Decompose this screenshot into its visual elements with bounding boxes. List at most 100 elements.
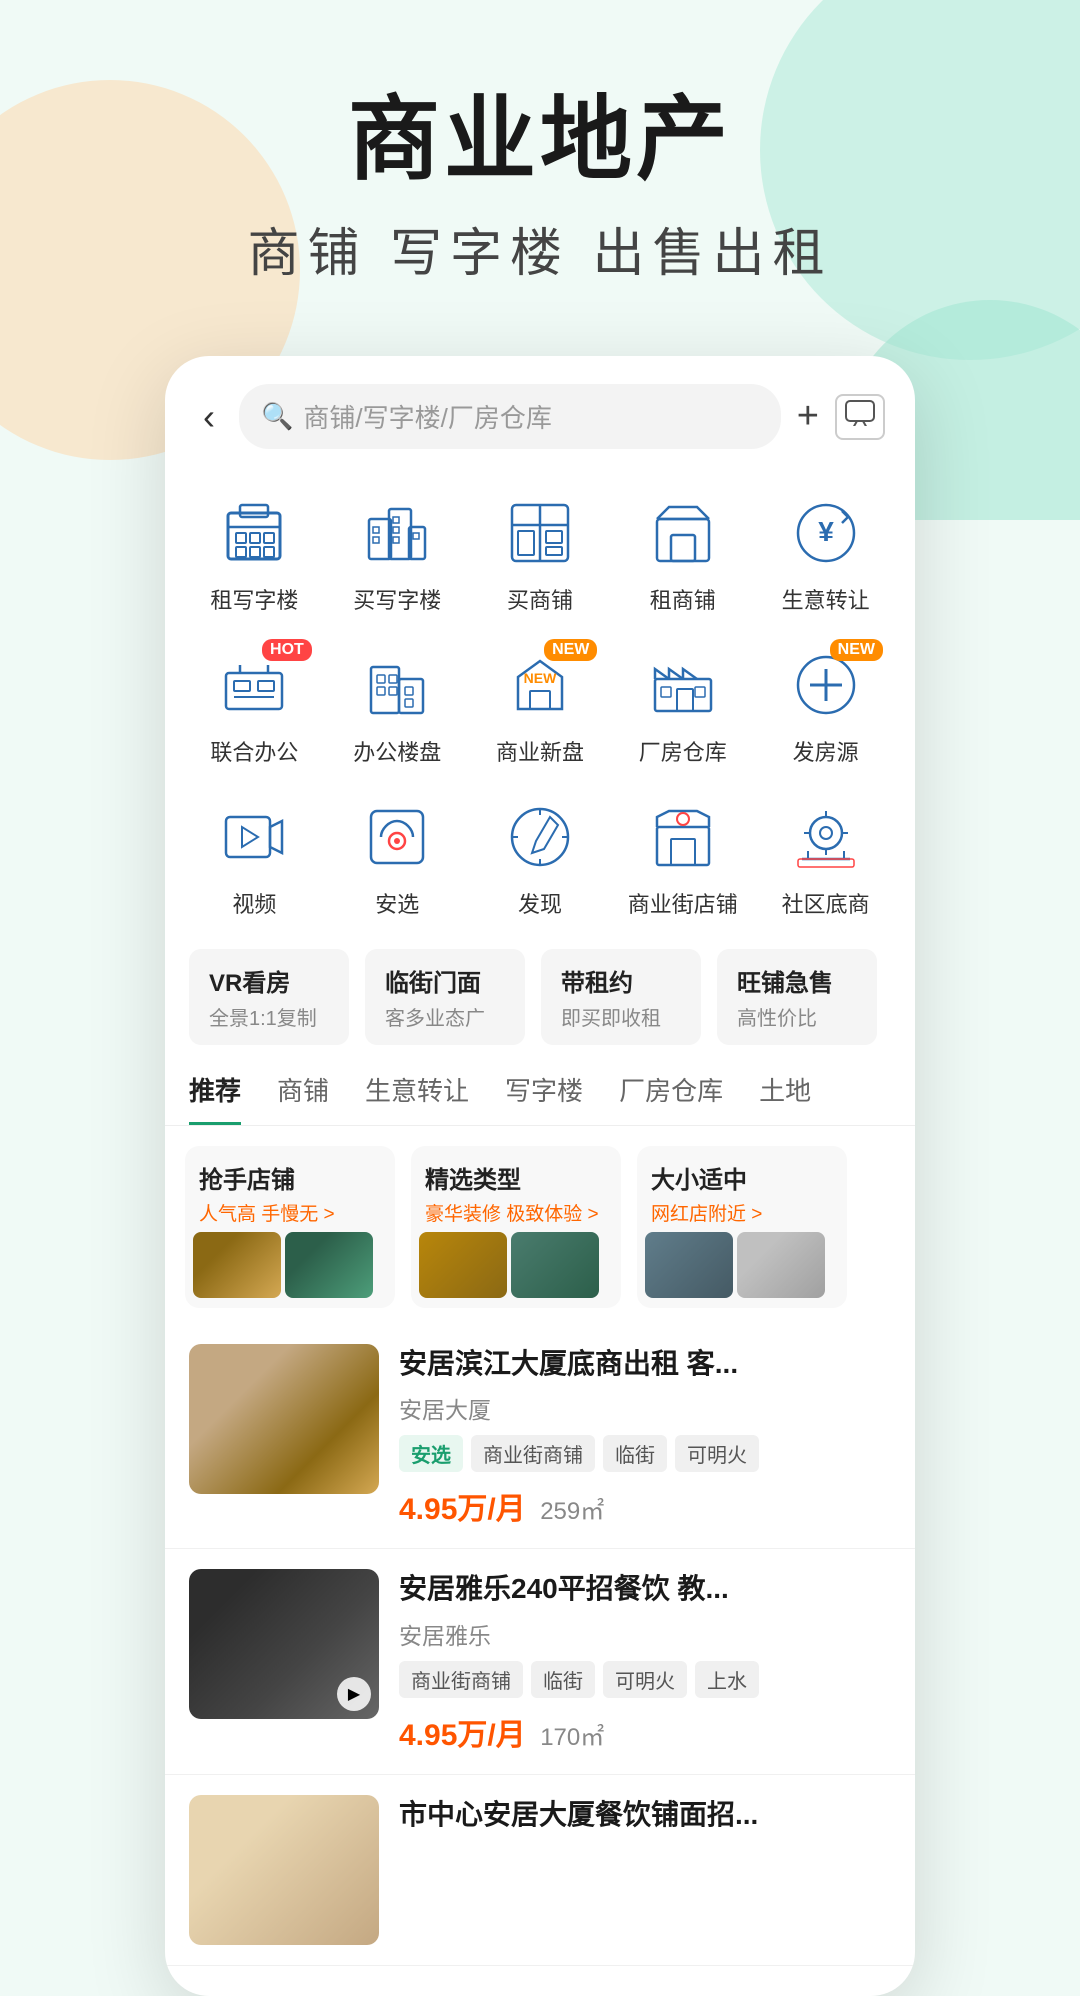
cat-video[interactable]: 视频 [185,781,324,929]
listing-item-1[interactable]: 安居滨江大厦底商出租 客... 安居大厦 安选 商业街商铺 临街 可明火 4.9… [165,1324,915,1549]
cat-post-source[interactable]: NEW 发房源 [756,629,895,777]
cat-rent-shop[interactable]: 租商铺 [613,477,752,625]
tag-upper-water: 上水 [695,1661,759,1698]
cat-buy-office[interactable]: 买写字楼 [328,477,467,625]
promo-img-3 [419,1232,507,1298]
plus-button[interactable]: + [797,395,819,438]
cat-coworking[interactable]: HOT 联合办公 [185,629,324,777]
factory-icon [643,645,723,725]
buy-office-icon [357,493,437,573]
cat-rent-office-label: 租写字楼 [210,583,298,615]
an-select-icon [357,797,437,877]
svg-text:¥: ¥ [818,516,834,547]
message-button[interactable] [835,394,885,440]
listing-price-2: 4.95万/月 [399,1719,526,1752]
tab-shop[interactable]: 商铺 [277,1071,329,1125]
cat-community-shop[interactable]: 社区底商 [756,781,895,929]
search-bar[interactable]: 🔍 商铺/写字楼/厂房仓库 [239,384,781,449]
feature-tag-street-sub: 客多业态广 [385,1002,505,1031]
listing-img-1 [189,1344,379,1494]
cat-rent-shop-label: 租商铺 [650,583,716,615]
hero-subtitle: 商铺 写字楼 出售出租 [0,211,1080,286]
badge-new-commercial: NEW [544,639,597,661]
listing-tags-1: 安选 商业街商铺 临街 可明火 [399,1435,891,1472]
promo-card-size[interactable]: 大小适中 网红店附近 > [637,1146,847,1308]
cat-video-label: 视频 [232,887,276,919]
cat-business-transfer[interactable]: ¥ 生意转让 [756,477,895,625]
phone-mockup: ‹ 🔍 商铺/写字楼/厂房仓库 + [165,356,915,1995]
promo-card-selected-imgs [411,1232,621,1308]
listing-price-row-1: 4.95万/月 259㎡ [399,1484,891,1528]
promo-img-4 [511,1232,599,1298]
cat-commercial-street[interactable]: 商业街店铺 [613,781,752,929]
office-complex-icon [357,645,437,725]
promo-card-size-imgs [637,1232,847,1308]
listing-item-3[interactable]: 市中心安居大厦餐饮铺面招... [165,1775,915,1966]
listing-info-2: 安居雅乐240平招餐饮 教... 安居雅乐 商业街商铺 临街 可明火 上水 4.… [399,1569,891,1753]
back-button[interactable]: ‹ [195,392,223,442]
tab-recommend[interactable]: 推荐 [189,1071,241,1125]
listing-item-2[interactable]: ▶ 安居雅乐240平招餐饮 教... 安居雅乐 商业街商铺 临街 可明火 上水 … [165,1549,915,1774]
promo-img-1 [193,1232,281,1298]
listing-thumb-2: ▶ [189,1569,379,1719]
feature-tag-hot-shop[interactable]: 旺铺急售 高性价比 [717,949,877,1045]
cat-buy-shop-label: 买商铺 [507,583,573,615]
tab-land[interactable]: 土地 [759,1071,811,1125]
cat-buy-office-label: 买写字楼 [353,583,441,615]
badge-new-post: NEW [830,639,883,661]
promo-card-size-header: 大小适中 网红店附近 > [637,1146,847,1232]
cat-rent-office[interactable]: 租写字楼 [185,477,324,625]
tab-office[interactable]: 写字楼 [505,1071,583,1125]
cat-community-shop-label: 社区底商 [782,887,870,919]
feature-tag-vr[interactable]: VR看房 全景1:1复制 [189,949,349,1045]
listing-info-1: 安居滨江大厦底商出租 客... 安居大厦 安选 商业街商铺 临街 可明火 4.9… [399,1344,891,1528]
feature-tag-street[interactable]: 临街门面 客多业态广 [365,949,525,1045]
cat-commercial-new[interactable]: NEW NEW 商业新盘 [471,629,610,777]
promo-img-5 [645,1232,733,1298]
video-icon [214,797,294,877]
cat-an-select[interactable]: 安选 [328,781,467,929]
cat-buy-shop[interactable]: 买商铺 [471,477,610,625]
listing-title-1: 安居滨江大厦底商出租 客... [399,1344,891,1383]
promo-card-grab[interactable]: 抢手店铺 人气高 手慢无 > [185,1146,395,1308]
cat-office-complex[interactable]: 办公楼盘 [328,629,467,777]
listing-area-2: 170㎡ [540,1724,604,1751]
listing-title-3: 市中心安居大厦餐饮铺面招... [399,1795,891,1834]
promo-card-selected-header: 精选类型 豪华装修 极致体验 > [411,1146,621,1232]
feature-tag-hot-shop-sub: 高性价比 [737,1002,857,1031]
promo-card-selected[interactable]: 精选类型 豪华装修 极致体验 > [411,1146,621,1308]
cat-commercial-new-label: 商业新盘 [496,735,584,767]
promo-card-selected-sub: 豪华装修 极致体验 > [425,1199,607,1226]
discover-icon [500,797,580,877]
tabs-row: 推荐 商铺 生意转让 写字楼 厂房仓库 土地 [165,1061,915,1126]
listing-tags-2: 商业街商铺 临街 可明火 上水 [399,1661,891,1698]
cat-factory-label: 厂房仓库 [639,735,727,767]
listing-thumb-1 [189,1344,379,1494]
svg-text:NEW: NEW [524,670,557,686]
listing-location-2: 安居雅乐 [399,1617,891,1651]
feature-tag-lease[interactable]: 带租约 即买即收租 [541,949,701,1045]
tab-factory[interactable]: 厂房仓库 [619,1071,723,1125]
cat-business-transfer-label: 生意转让 [782,583,870,615]
cat-discover[interactable]: 发现 [471,781,610,929]
cat-commercial-street-label: 商业街店铺 [628,887,738,919]
listing-info-3: 市中心安居大厦餐饮铺面招... [399,1795,891,1945]
listing-location-1: 安居大厦 [399,1391,891,1425]
listing-thumb-3 [189,1795,379,1945]
promo-card-size-sub: 网红店附近 > [651,1199,833,1226]
hero-title: 商业地产 [0,90,1080,191]
promo-card-grab-imgs [185,1232,395,1308]
promo-card-grab-header: 抢手店铺 人气高 手慢无 > [185,1146,395,1232]
cat-factory[interactable]: 厂房仓库 [613,629,752,777]
listing-price-row-2: 4.95万/月 170㎡ [399,1710,891,1754]
promo-card-grab-sub: 人气高 手慢无 > [199,1199,381,1226]
tag-an-select: 安选 [399,1435,463,1472]
promo-card-size-title: 大小适中 [651,1160,833,1195]
cat-discover-label: 发现 [518,887,562,919]
hero-section: 商业地产 商铺 写字楼 出售出租 [0,0,1080,326]
commercial-street-icon [643,797,723,877]
promo-img-2 [285,1232,373,1298]
business-transfer-icon: ¥ [786,493,866,573]
promo-cards-row: 抢手店铺 人气高 手慢无 > 精选类型 豪华装修 极致体验 > 大小适中 网红店… [165,1126,915,1324]
tab-business-transfer[interactable]: 生意转让 [365,1071,469,1125]
